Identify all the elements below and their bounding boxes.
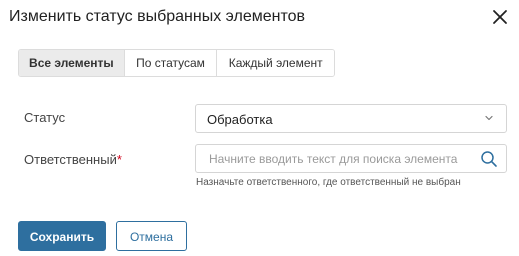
responsible-label: Ответственный* [24,152,122,167]
tab-all-elements[interactable]: Все элементы [19,50,125,76]
search-icon[interactable] [480,150,498,168]
save-button[interactable]: Сохранить [18,221,106,251]
cancel-button[interactable]: Отмена [116,221,187,251]
change-status-dialog: Изменить статус выбранных элементов Все … [0,0,519,256]
tab-by-status[interactable]: По статусам [124,50,218,76]
close-button[interactable] [490,7,510,27]
dialog-title: Изменить статус выбранных элементов [9,8,305,25]
responsible-field [195,144,507,173]
responsible-label-text: Ответственный [24,152,117,167]
status-label: Статус [24,110,66,125]
responsible-search-input[interactable] [197,146,477,171]
status-select[interactable]: Обработка [195,104,507,133]
responsible-hint: Назначьте ответственного, где ответствен… [196,177,461,188]
mode-tabs: Все элементы По статусам Каждый элемент [18,49,335,77]
close-icon[interactable] [490,7,510,27]
required-marker: * [116,152,122,167]
status-select-value: Обработка [207,112,273,127]
tab-each-element[interactable]: Каждый элемент [217,50,334,76]
chevron-down-icon [484,114,494,122]
